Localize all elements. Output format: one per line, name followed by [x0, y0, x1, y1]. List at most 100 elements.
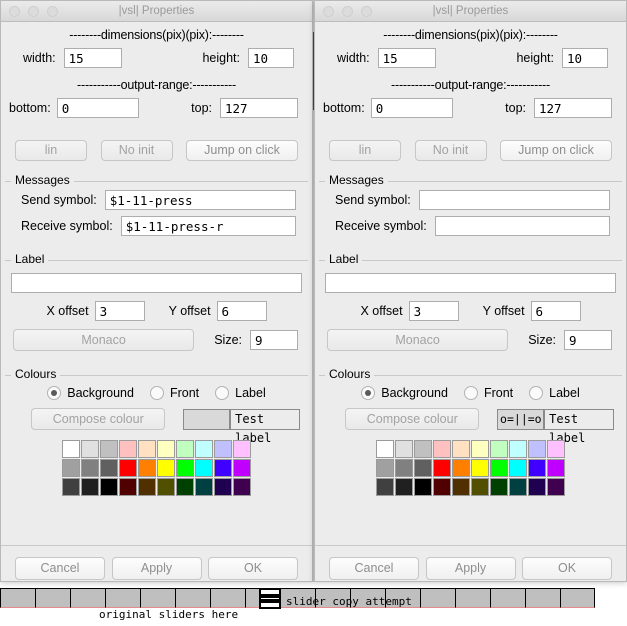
no-init-button[interactable]: No init [100, 140, 173, 161]
colour-swatch[interactable] [138, 459, 156, 477]
label-input[interactable] [325, 273, 616, 293]
colour-swatch[interactable] [157, 478, 175, 496]
font-button[interactable]: Monaco [327, 329, 509, 351]
colour-swatch[interactable] [414, 440, 432, 458]
close-icon[interactable] [9, 5, 20, 17]
ok-button[interactable]: OK [208, 557, 298, 580]
width-input[interactable]: 15 [63, 48, 122, 68]
colour-swatch[interactable] [62, 459, 80, 477]
colour-swatch[interactable] [195, 440, 213, 458]
close-icon[interactable] [323, 5, 334, 17]
width-input[interactable]: 15 [377, 48, 436, 68]
colour-swatch[interactable] [471, 440, 489, 458]
titlebar-left[interactable]: |vsl| Properties [1, 1, 312, 22]
bottom-input[interactable]: 0 [56, 98, 139, 118]
height-input[interactable]: 10 [562, 48, 608, 68]
colour-swatch[interactable] [214, 478, 232, 496]
colour-swatch[interactable] [233, 440, 251, 458]
colour-swatch[interactable] [81, 459, 99, 477]
colour-swatch[interactable] [547, 478, 565, 496]
zoom-icon[interactable] [47, 5, 58, 17]
slider-cell[interactable] [140, 588, 175, 608]
colour-swatch[interactable] [100, 459, 118, 477]
colour-swatch[interactable] [490, 440, 508, 458]
colour-swatch[interactable] [62, 478, 80, 496]
zoom-icon[interactable] [361, 5, 372, 17]
receive-symbol-input[interactable] [434, 216, 610, 236]
send-symbol-input[interactable]: $1-11-press [104, 190, 296, 210]
colour-swatch[interactable] [528, 459, 546, 477]
colour-swatch[interactable] [81, 440, 99, 458]
colour-swatch[interactable] [214, 459, 232, 477]
colour-swatch[interactable] [157, 459, 175, 477]
colour-swatch[interactable] [528, 478, 546, 496]
colour-swatch[interactable] [547, 459, 565, 477]
radio-background[interactable] [361, 386, 376, 400]
no-init-button[interactable]: No init [414, 140, 487, 161]
slider-cell[interactable] [0, 588, 35, 608]
colour-swatch[interactable] [100, 440, 118, 458]
slider-cell[interactable] [420, 588, 455, 608]
slider-cell[interactable] [210, 588, 245, 608]
jump-on-click-button[interactable]: Jump on click [186, 140, 298, 161]
colour-swatch[interactable] [176, 440, 194, 458]
colour-swatch[interactable] [157, 440, 175, 458]
x-offset-input[interactable]: 3 [408, 301, 459, 321]
colour-swatch[interactable] [433, 459, 451, 477]
colour-swatch[interactable] [490, 478, 508, 496]
send-symbol-input[interactable] [418, 190, 610, 210]
radio-front[interactable] [149, 386, 164, 400]
colour-swatch[interactable] [395, 459, 413, 477]
colour-swatch[interactable] [395, 478, 413, 496]
radio-label[interactable] [215, 386, 230, 400]
slider-cell[interactable] [35, 588, 70, 608]
radio-label[interactable] [529, 386, 544, 400]
cancel-button[interactable]: Cancel [15, 557, 105, 580]
label-input[interactable] [11, 273, 302, 293]
top-input[interactable]: 127 [534, 98, 612, 118]
colour-swatch[interactable] [528, 440, 546, 458]
compose-colour-button[interactable]: Compose colour [31, 408, 166, 430]
colour-swatch[interactable] [452, 459, 470, 477]
colour-swatch[interactable] [376, 440, 394, 458]
colour-swatch[interactable] [81, 478, 99, 496]
slider-cell[interactable] [105, 588, 140, 608]
colour-preview[interactable] [183, 408, 231, 430]
colour-swatch[interactable] [214, 440, 232, 458]
colour-swatch[interactable] [195, 459, 213, 477]
font-button[interactable]: Monaco [13, 329, 195, 351]
colour-swatch[interactable] [547, 440, 565, 458]
titlebar-right[interactable]: |vsl| Properties [315, 1, 626, 22]
slider-cell[interactable] [455, 588, 490, 608]
size-input[interactable]: 9 [250, 330, 298, 350]
slider-cell[interactable] [490, 588, 525, 608]
colour-swatch[interactable] [376, 478, 394, 496]
colour-swatch[interactable] [452, 440, 470, 458]
colour-swatch[interactable] [233, 459, 251, 477]
colour-swatch[interactable] [509, 440, 527, 458]
minimize-icon[interactable] [342, 5, 353, 17]
radio-front[interactable] [463, 386, 478, 400]
colour-swatch[interactable] [119, 478, 137, 496]
colour-swatch[interactable] [176, 478, 194, 496]
colour-swatch[interactable] [195, 478, 213, 496]
colour-swatch[interactable] [471, 478, 489, 496]
colour-swatch[interactable] [414, 478, 432, 496]
colour-swatch[interactable] [509, 478, 527, 496]
size-input[interactable]: 9 [564, 330, 612, 350]
colour-swatch[interactable] [100, 478, 118, 496]
slider-cell[interactable] [175, 588, 210, 608]
colour-swatch[interactable] [395, 440, 413, 458]
cancel-button[interactable]: Cancel [329, 557, 419, 580]
lin-button[interactable]: lin [15, 140, 87, 161]
minimize-icon[interactable] [28, 5, 39, 17]
colour-swatch[interactable] [414, 459, 432, 477]
compose-colour-button[interactable]: Compose colour [345, 408, 480, 430]
bottom-input[interactable]: 0 [370, 98, 453, 118]
colour-swatch[interactable] [138, 440, 156, 458]
slider-cell[interactable] [560, 588, 595, 608]
apply-button[interactable]: Apply [425, 557, 516, 580]
colour-swatch[interactable] [119, 459, 137, 477]
height-input[interactable]: 10 [248, 48, 294, 68]
y-offset-input[interactable]: 6 [216, 301, 267, 321]
